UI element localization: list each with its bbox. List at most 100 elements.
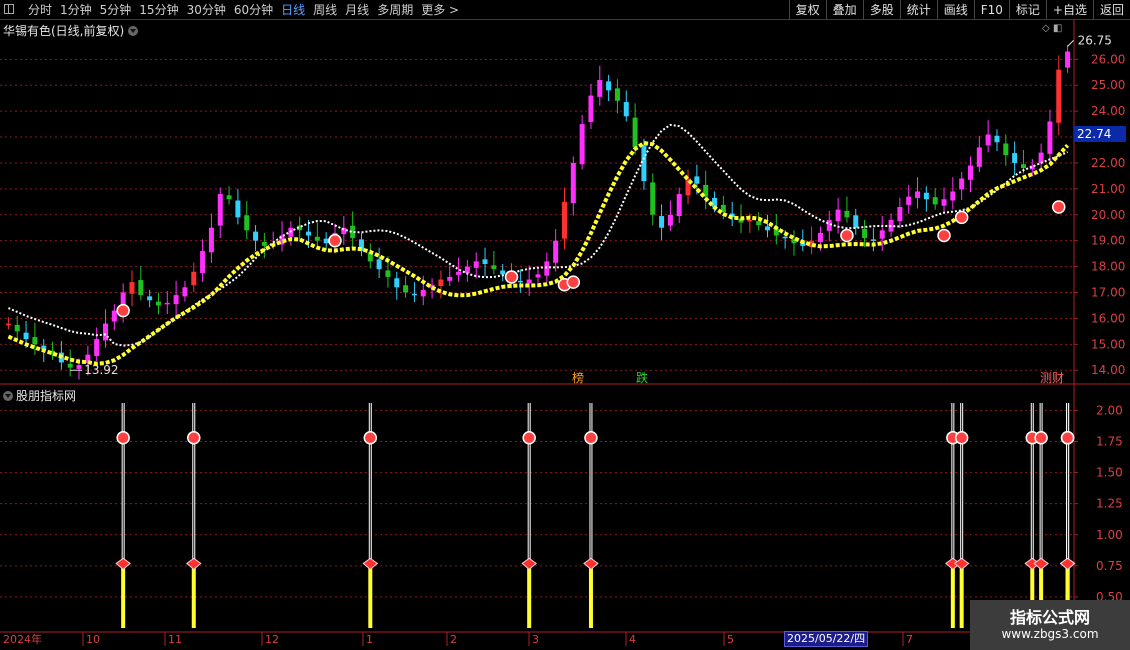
chevron-down-icon[interactable] bbox=[3, 391, 13, 401]
candle-body bbox=[535, 274, 541, 278]
buy-signal-ball bbox=[840, 228, 854, 243]
candle-body bbox=[1065, 51, 1071, 68]
indicator-tick-label: 1.75 bbox=[1096, 435, 1123, 449]
event-badge: 榜 bbox=[572, 370, 584, 385]
indicator-tick-label: 0.75 bbox=[1096, 559, 1123, 573]
candle-body bbox=[588, 95, 594, 123]
chart-title-text: 华锡有色(日线,前复权) bbox=[3, 24, 125, 38]
candle-body bbox=[182, 287, 188, 297]
price-tick-label: 22.00 bbox=[1091, 156, 1125, 170]
candle-body bbox=[915, 191, 921, 198]
time-axis-label: 12 bbox=[265, 633, 279, 646]
candle-body bbox=[906, 196, 912, 205]
signal-ball bbox=[584, 431, 598, 445]
price-tick-label: 26.00 bbox=[1091, 52, 1125, 66]
signal-diamond bbox=[1059, 557, 1076, 571]
chart-title[interactable]: 华锡有色(日线,前复权) bbox=[3, 22, 139, 39]
candle-body bbox=[985, 134, 991, 146]
candle-body bbox=[517, 280, 523, 283]
candle-body bbox=[155, 301, 161, 306]
candle-body bbox=[129, 282, 135, 294]
candle-body bbox=[570, 162, 576, 204]
signal-diamond bbox=[953, 557, 970, 571]
candle-body bbox=[817, 232, 823, 242]
candle-body bbox=[1056, 69, 1062, 123]
candle-body bbox=[76, 365, 82, 369]
candle-body bbox=[376, 259, 382, 270]
candle-body bbox=[253, 231, 259, 241]
buy-signal-ball bbox=[116, 303, 130, 318]
candle-body bbox=[650, 182, 656, 215]
candle-body bbox=[5, 323, 11, 326]
event-badge: 测财 bbox=[1040, 371, 1064, 385]
candle-body bbox=[411, 293, 417, 296]
candle-body bbox=[712, 197, 718, 207]
candle-body bbox=[870, 239, 876, 241]
panel-toggle-icon[interactable]: ◧ bbox=[1053, 23, 1062, 34]
stock-chart[interactable]: 26.0025.0024.0023.0022.0021.0020.0019.00… bbox=[0, 0, 1130, 650]
candle-body bbox=[447, 276, 453, 281]
candle-body bbox=[94, 339, 100, 356]
buy-signal-ball bbox=[937, 228, 951, 243]
candle-body bbox=[853, 215, 859, 228]
price-tick-label: 15.00 bbox=[1091, 337, 1125, 351]
time-axis-label: 7 bbox=[906, 633, 913, 646]
candle-body bbox=[164, 302, 170, 305]
buy-signal-ball bbox=[328, 233, 342, 248]
time-axis-label: 3 bbox=[532, 633, 539, 646]
candle-body bbox=[67, 363, 73, 368]
candle-body bbox=[1020, 164, 1026, 169]
buy-signal-ball bbox=[504, 270, 519, 284]
candle-body bbox=[403, 285, 409, 293]
candle-body bbox=[456, 271, 462, 275]
time-axis-label: 2024年 bbox=[3, 632, 42, 646]
signal-diamond bbox=[521, 557, 537, 571]
candle-body bbox=[438, 279, 444, 287]
candle-body bbox=[261, 241, 267, 246]
indicator-title[interactable]: 股朋指标网 bbox=[3, 387, 76, 404]
indicator-tick-label: 1.50 bbox=[1096, 466, 1123, 480]
candle-body bbox=[103, 323, 109, 341]
diamond-icon[interactable]: ◇ bbox=[1042, 23, 1050, 34]
signal-ball bbox=[1060, 431, 1075, 445]
candle-body bbox=[959, 178, 965, 190]
candle-body bbox=[500, 270, 506, 275]
candle-body bbox=[561, 201, 567, 239]
price-tick-label: 21.00 bbox=[1091, 182, 1125, 196]
candle-body bbox=[676, 194, 682, 217]
signal-ball bbox=[522, 431, 536, 445]
candle-body bbox=[385, 270, 391, 277]
candle-body bbox=[138, 280, 144, 296]
chevron-down-icon[interactable] bbox=[128, 26, 139, 36]
price-tick-label: 14.00 bbox=[1091, 363, 1125, 377]
price-tick-label: 19.00 bbox=[1091, 234, 1125, 248]
signal-bar bbox=[368, 565, 373, 628]
candle-body bbox=[314, 236, 320, 241]
candle-body bbox=[111, 310, 117, 322]
candle-body bbox=[14, 324, 20, 332]
candle-body bbox=[667, 214, 673, 226]
price-tick-label: 24.00 bbox=[1091, 104, 1125, 118]
candle-body bbox=[306, 231, 312, 236]
candle-body bbox=[217, 194, 223, 226]
candle-body bbox=[1047, 121, 1053, 154]
price-tick-label: 20.00 bbox=[1091, 208, 1125, 222]
buy-signal-ball bbox=[566, 275, 581, 289]
candle-body bbox=[614, 88, 620, 101]
candle-body bbox=[606, 81, 612, 91]
high-pointer bbox=[1067, 40, 1074, 47]
candle-body bbox=[694, 176, 700, 184]
candle-body bbox=[950, 191, 956, 201]
panel-corner-icons: ◇ ◧ bbox=[1042, 23, 1062, 34]
candle-body bbox=[632, 117, 638, 148]
candle-body bbox=[862, 229, 868, 239]
candle-body bbox=[464, 266, 470, 274]
indicator-tick-label: 1.00 bbox=[1096, 528, 1123, 542]
candle-body bbox=[623, 102, 629, 117]
signal-bar bbox=[950, 565, 955, 628]
signal-bar bbox=[588, 565, 593, 628]
candle-body bbox=[244, 215, 250, 231]
current-price-tag: 22.74 bbox=[1074, 126, 1126, 142]
signal-ball bbox=[187, 431, 201, 445]
signal-ball bbox=[954, 431, 969, 445]
